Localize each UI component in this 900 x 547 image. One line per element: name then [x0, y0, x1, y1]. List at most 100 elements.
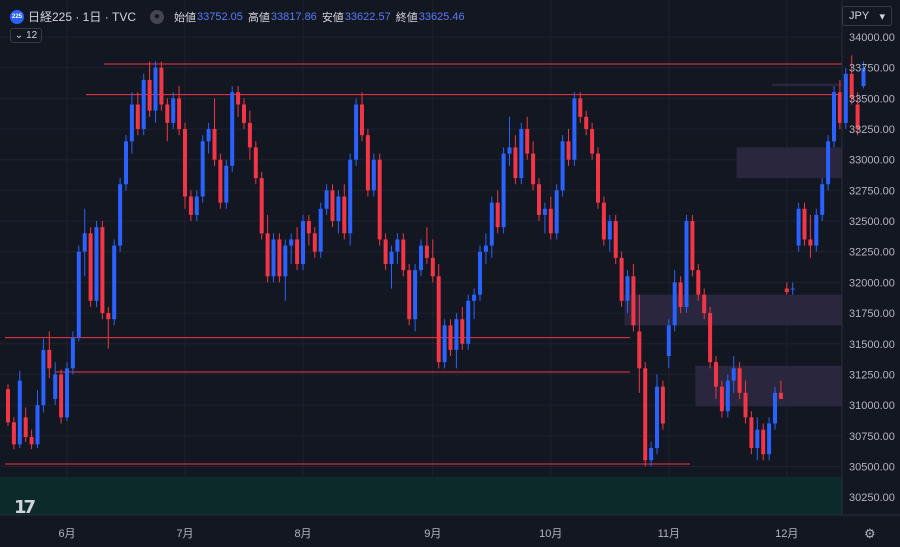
candle-body — [554, 190, 559, 234]
candle-body — [11, 422, 16, 445]
open-value: 33752.05 — [197, 10, 243, 23]
candle-body — [690, 221, 695, 271]
candle-body — [613, 221, 618, 258]
price-tick-label: 30500.00 — [849, 461, 895, 473]
time-tick-label: 10月 — [539, 528, 562, 540]
candle-body — [424, 245, 429, 258]
candle-body — [23, 417, 28, 438]
candle-body — [837, 92, 842, 123]
candle-body — [259, 178, 264, 234]
chevron-down-icon: ▾ — [879, 10, 885, 23]
candle-body — [407, 270, 412, 320]
price-chart[interactable]: 34000.00 33750.00 33500.00 33250.00 33000.00… — [0, 0, 900, 547]
candle-body — [171, 98, 176, 123]
candle-body — [188, 196, 193, 215]
candle-body — [478, 251, 482, 295]
tradingview-logo-icon[interactable]: 17 — [14, 497, 36, 518]
candle-body — [489, 202, 494, 246]
price-tick-label: 30750.00 — [849, 431, 895, 443]
bottom-band — [0, 477, 842, 515]
candle-body — [165, 104, 170, 123]
chart-background — [0, 0, 900, 547]
symbol-logo: 225 — [10, 9, 24, 24]
candle-body — [436, 276, 441, 363]
eye-icon[interactable]: ● — [150, 9, 165, 24]
currency-selector[interactable]: JPY ▾ — [842, 6, 892, 26]
close-label: 終値 — [395, 11, 418, 24]
candle-body — [472, 294, 477, 301]
price-tick-label: 32500.00 — [849, 216, 895, 228]
candle-body — [301, 221, 305, 264]
candle-body — [655, 386, 659, 449]
candle-body — [6, 389, 10, 423]
candle-body — [566, 141, 571, 160]
candle-body — [365, 135, 370, 191]
candle-body — [242, 104, 246, 123]
candle-body — [678, 282, 683, 307]
candle-body — [708, 313, 713, 363]
candle-body — [200, 141, 205, 197]
candle-body — [773, 392, 777, 424]
candle-body — [572, 98, 577, 160]
candle-body — [814, 214, 819, 246]
candle-body — [743, 392, 748, 418]
price-tick-label: 32250.00 — [849, 247, 895, 259]
candle-body — [525, 129, 530, 154]
candle-body — [147, 79, 152, 111]
chevron-down-icon: ⌄ — [14, 30, 24, 41]
candle-body — [454, 319, 459, 350]
candle-body — [360, 104, 364, 136]
candle-body — [354, 104, 359, 160]
candle-body — [306, 221, 311, 234]
price-tick-label: 30250.00 — [849, 492, 895, 504]
candle-body — [637, 331, 642, 369]
candle-body — [802, 208, 807, 240]
price-tick-label: 31750.00 — [849, 308, 895, 320]
time-tick-label: 11月 — [658, 528, 680, 540]
candle-body — [230, 92, 235, 166]
candle-body — [159, 67, 164, 105]
open-label: 始値 — [174, 11, 197, 24]
indicator-count: 12 — [26, 30, 38, 41]
time-tick-label: 7月 — [176, 528, 193, 540]
candle-body — [507, 147, 512, 154]
candle-body — [483, 245, 488, 252]
symbol-title[interactable]: 日経225 · 1日 · TVC — [28, 8, 136, 25]
candle-body — [59, 374, 64, 418]
candle-body — [419, 245, 423, 271]
time-tick-label: 8月 — [294, 528, 311, 540]
currency-label: JPY — [849, 10, 870, 22]
price-zone — [772, 83, 842, 87]
candle-body — [737, 368, 742, 393]
candle-body — [29, 437, 34, 445]
indicators-toggle[interactable]: ⌄ 12 — [10, 28, 42, 43]
low-label: 安値 — [321, 11, 344, 24]
candle-body — [513, 147, 518, 179]
candle-body — [413, 270, 418, 320]
gear-icon[interactable]: ⚙ — [864, 526, 876, 542]
candle-body — [183, 129, 187, 197]
candle-body — [448, 325, 453, 350]
candle-body — [206, 129, 211, 142]
candle-body — [100, 227, 105, 314]
candle-body — [17, 380, 22, 445]
price-tick-label: 32750.00 — [849, 185, 895, 197]
candle-body — [531, 153, 536, 185]
price-tick-label: 32000.00 — [849, 277, 895, 289]
candle-body — [843, 73, 848, 123]
candle-body — [82, 233, 87, 252]
candle-body — [619, 257, 624, 301]
candle-body — [684, 221, 689, 307]
candle-body — [318, 208, 323, 252]
candle-body — [714, 362, 718, 387]
price-tick-label: 33500.00 — [849, 93, 895, 105]
candle-body — [749, 417, 754, 449]
candle-body — [383, 239, 388, 264]
candle-body — [135, 104, 140, 130]
candle-body — [584, 116, 589, 130]
candle-body — [342, 196, 347, 234]
candle-body — [578, 98, 583, 117]
candle-body — [537, 184, 541, 215]
candle-body — [312, 233, 317, 252]
candle-body — [832, 92, 836, 142]
